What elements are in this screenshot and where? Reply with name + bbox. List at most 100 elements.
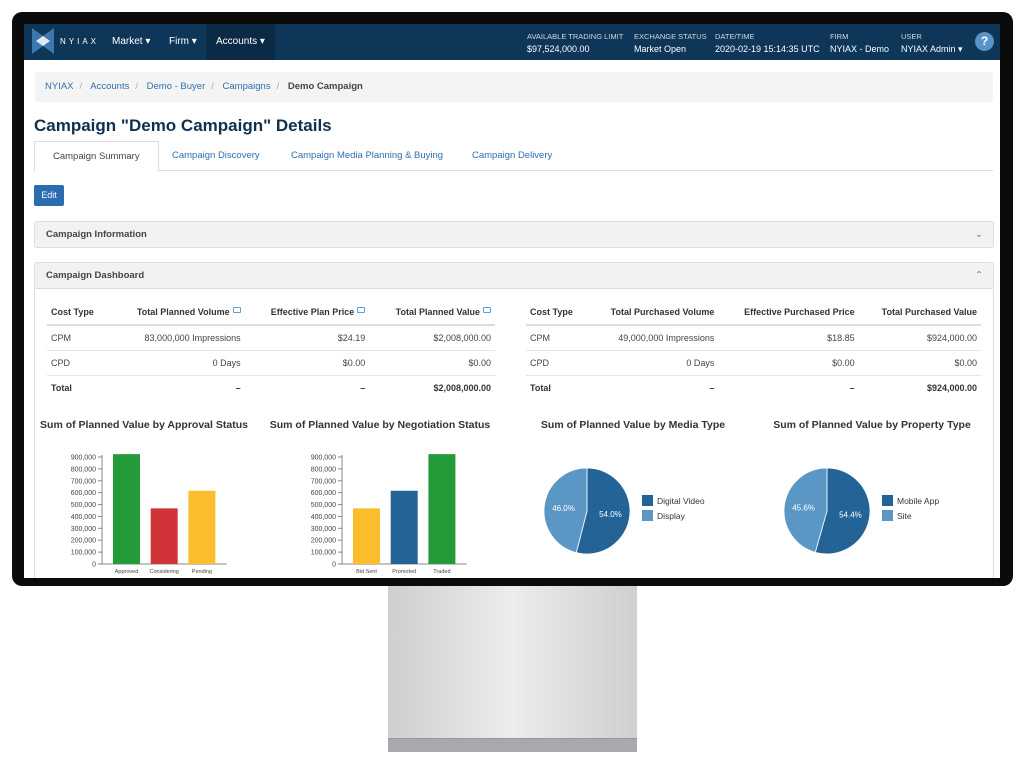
planned-table: Cost Type Total Planned Volume Effective P… [47, 299, 495, 400]
y-tick-label: 200,000 [71, 538, 96, 545]
tab-campaign-summary[interactable]: Campaign Summary [34, 141, 159, 172]
comment-icon[interactable] [357, 306, 366, 313]
tab-campaign-delivery[interactable]: Campaign Delivery [454, 141, 570, 171]
negotiation-status-bar-chart: 0 100,000 200,000 300,000 400,000 500,000 600,… [311, 454, 467, 575]
breadcrumb-campaigns[interactable]: Campaigns [223, 81, 271, 92]
legend-label: Display [657, 511, 686, 521]
date-time: DATE/TIME 2020-02-19 15:14:35 UTC [715, 32, 820, 54]
table-cell: $0.00 [369, 350, 495, 376]
edit-button[interactable]: Edit [34, 185, 64, 206]
menu-market[interactable]: Market ▾ [112, 24, 150, 60]
y-tick-label: 400,000 [71, 514, 96, 521]
legend-label: Digital Video [657, 496, 705, 506]
campaign-information-panel[interactable]: Campaign Information ⌄ [34, 221, 994, 248]
table-cell: CPM [47, 325, 109, 351]
column-header: Effective Plan Price [244, 299, 370, 326]
chart-title-negotiation: Sum of Planned Value by Negotiation Stat… [269, 419, 491, 431]
table-cell: CPD [526, 350, 587, 376]
table-row: CPM 49,000,000 Impressions $18.85 $924,000.… [526, 325, 981, 351]
legend-label: Mobile App [897, 496, 939, 506]
column-header: Total Planned Volume [108, 299, 245, 326]
chevron-up-icon: ⌃ [975, 270, 983, 281]
y-tick-label: 800,000 [311, 466, 336, 473]
pie-value-label: 54.4% [839, 510, 862, 519]
legend-label: Site [897, 511, 912, 521]
menu-accounts[interactable]: Accounts ▾ [206, 24, 275, 60]
table-row: CPM 83,000,000 Impressions $24.19 $2,008,00… [47, 325, 495, 351]
campaign-dashboard-panel[interactable]: Campaign Dashboard ⌃ [34, 262, 994, 289]
x-tick-label: Approved [115, 569, 139, 575]
menu-firm[interactable]: Firm ▾ [169, 24, 197, 60]
table-cell: 49,000,000 Impressions [586, 325, 719, 351]
bar-considering [150, 508, 178, 564]
bar-promoted [390, 490, 418, 564]
y-tick-label: 900,000 [71, 455, 96, 462]
exchange-status: EXCHANGE STATUS Market Open [634, 32, 707, 54]
column-header: Effective Purchased Price [718, 299, 859, 326]
approval-status-bar-chart: 0 100,000 200,000 300,000 400,000 500,000 600,… [71, 454, 227, 575]
trading-limit: AVAILABLE TRADING LIMIT $97,524,000.00 [527, 32, 624, 54]
table-row: Total – – $924,000.00 [526, 375, 981, 400]
pie-value-label: 46.0% [552, 504, 575, 513]
y-tick-label: 100,000 [311, 550, 336, 557]
y-tick-label: 0 [92, 562, 96, 569]
table-cell: $0.00 [858, 350, 981, 376]
breadcrumb-nyiax[interactable]: NYIAX [45, 81, 74, 92]
table-cell: $24.19 [244, 325, 370, 351]
x-tick-label: Promoted [392, 569, 416, 575]
tabs: Campaign Summary Campaign Discovery Camp… [34, 141, 993, 172]
column-header: Cost Type [47, 299, 109, 326]
y-tick-label: 800,000 [71, 466, 96, 473]
tab-campaign-discovery[interactable]: Campaign Discovery [154, 141, 278, 171]
y-tick-label: 700,000 [311, 478, 336, 485]
table-cell: Total [51, 382, 72, 393]
comment-icon[interactable] [483, 306, 491, 313]
y-tick-label: 900,000 [311, 455, 336, 462]
column-header: Total Purchased Value [858, 299, 981, 326]
table-cell: $924,000.00 [858, 325, 981, 351]
table-cell: $2,008,000.00 [433, 382, 491, 393]
column-header: Cost Type [526, 299, 587, 326]
legend-swatch [642, 510, 653, 521]
bar-pending [188, 490, 216, 564]
table-cell: – [709, 382, 715, 393]
screen: NYIAX Market ▾ Firm ▾ Accounts ▾ AVAILAB… [24, 24, 1000, 578]
y-tick-label: 300,000 [71, 526, 96, 533]
legend-swatch [882, 495, 893, 506]
table-cell: 0 Days [108, 350, 245, 376]
table-cell: – [849, 382, 855, 393]
tab-media-planning-buying[interactable]: Campaign Media Planning & Buying [273, 141, 461, 171]
help-button[interactable]: ? [975, 32, 994, 51]
breadcrumb-accounts[interactable]: Accounts [90, 81, 129, 92]
table-cell: Total [530, 382, 551, 393]
table-row: CPD 0 Days $0.00 $0.00 [526, 350, 981, 376]
monitor-stand-foot [388, 738, 637, 752]
x-tick-label: Pending [192, 569, 212, 575]
table-cell: 0 Days [586, 350, 719, 376]
y-tick-label: 0 [332, 562, 336, 569]
user-menu[interactable]: USER NYIAX Admin ▾ [901, 31, 963, 55]
y-tick-label: 100,000 [71, 550, 96, 557]
chart-title-media-type: Sum of Planned Value by Media Type [540, 419, 726, 431]
table-cell: $18.85 [718, 325, 859, 351]
table-cell: – [235, 382, 241, 393]
table-row: Total – – $2,008,000.00 [47, 375, 495, 400]
table-header-row: Cost Type Total Planned Volume Effective P… [47, 299, 495, 326]
comment-icon[interactable] [232, 306, 241, 313]
column-header: Total Planned Value [369, 299, 495, 326]
monitor-stand [388, 586, 637, 752]
breadcrumb-demo-buyer[interactable]: Demo - Buyer [147, 81, 206, 92]
legend-swatch [642, 495, 653, 506]
y-tick-label: 500,000 [71, 502, 96, 509]
logo[interactable]: NYIAX [32, 28, 99, 54]
page-title: Campaign "Demo Campaign" Details [34, 116, 332, 135]
logo-text: NYIAX [60, 36, 100, 46]
breadcrumb: NYIAX / Accounts / Demo - Buyer / Campaigns… [35, 72, 993, 102]
table-row: CPD 0 Days $0.00 $0.00 [47, 350, 495, 376]
chart-title-approval: Sum of Planned Value by Approval Status [40, 419, 248, 431]
table-cell: CPD [47, 350, 109, 376]
chevron-down-icon: ⌄ [975, 229, 983, 240]
y-tick-label: 500,000 [311, 502, 336, 509]
x-tick-label: Bid Sent [356, 569, 377, 575]
media-type-pie-chart: 54.0% Digital Video 46.0% Display [543, 467, 705, 555]
